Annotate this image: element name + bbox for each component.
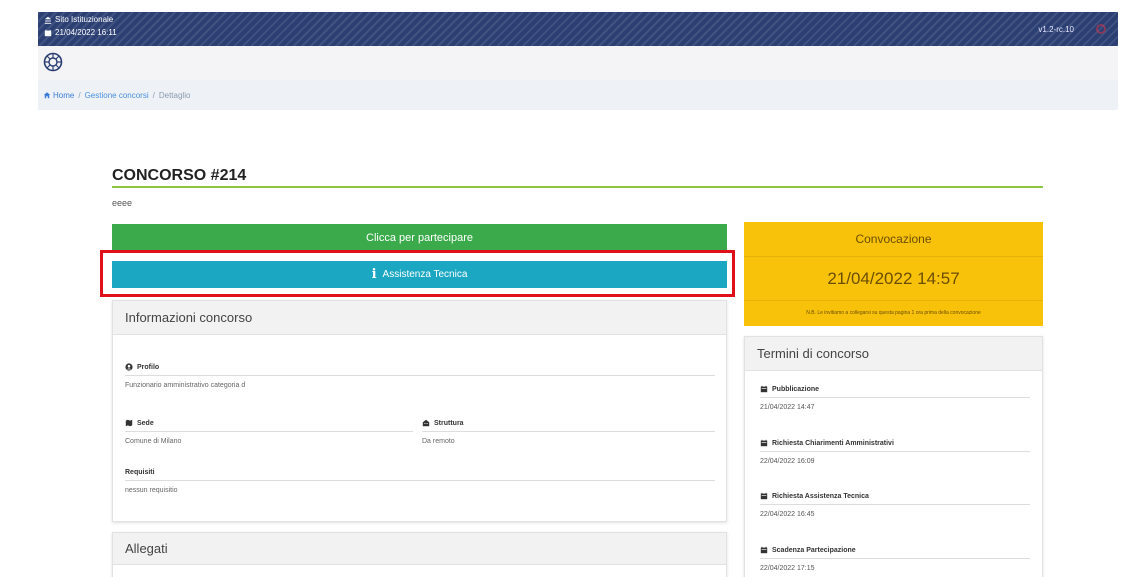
convocazione-note: N.B. Le invitiamo a collegarsi su questa… xyxy=(806,310,981,316)
info-card-header: Informazioni concorso xyxy=(113,301,726,335)
profilo-field: Profilo Funzionario amministrativo categ… xyxy=(125,363,715,389)
allegati-title: Allegati xyxy=(125,541,168,556)
org-row: Sito Istituzionale xyxy=(44,15,113,24)
profilo-value: Funzionario amministrativo categoria d xyxy=(125,382,246,389)
divider xyxy=(125,431,413,432)
page-title: CONCORSO #214 xyxy=(112,167,247,184)
divider xyxy=(760,397,1030,398)
power-icon[interactable] xyxy=(1096,24,1106,34)
version-label: v1.2-rc.10 xyxy=(1038,25,1074,34)
breadcrumb-home[interactable]: Home xyxy=(43,91,74,100)
termine-label: Richiesta Chiarimenti Amministrativi xyxy=(772,439,894,447)
allegati-card: Allegati xyxy=(112,532,727,577)
termine-label: Pubblicazione xyxy=(772,385,820,393)
divider xyxy=(422,431,715,432)
divider xyxy=(125,375,715,376)
struttura-value: Da remoto xyxy=(422,438,455,445)
logo-bar xyxy=(38,46,1118,80)
home-icon xyxy=(43,92,51,99)
divider xyxy=(125,480,715,481)
title-underline xyxy=(112,186,1043,188)
calendar-icon xyxy=(760,385,768,393)
allegati-card-header: Allegati xyxy=(113,533,726,565)
termini-title: Termini di concorso xyxy=(757,346,869,361)
breadcrumb-gestione-concorsi[interactable]: Gestione concorsi xyxy=(85,91,149,100)
termine-label: Richiesta Assistenza Tecnica xyxy=(772,492,869,500)
termini-card-header: Termini di concorso xyxy=(745,337,1042,371)
convocazione-panel: Convocazione 21/04/2022 14:57 N.B. Le in… xyxy=(744,222,1043,326)
building-icon xyxy=(422,419,430,427)
info-card: Informazioni concorso Profilo Funzionari… xyxy=(112,300,727,522)
termine-pubblicazione: Pubblicazione 21/04/2022 14:47 xyxy=(760,385,1030,411)
logo-icon[interactable] xyxy=(43,52,63,72)
sede-value: Comune di Milano xyxy=(125,438,182,445)
requisiti-field: Requisiti nessun requisitio xyxy=(125,469,715,494)
partecipa-button[interactable]: Clicca per partecipare xyxy=(112,224,727,251)
sede-field: Sede Comune di Milano xyxy=(125,419,413,445)
breadcrumb-dettaglio: Dettaglio xyxy=(158,90,191,100)
convocazione-title: Convocazione xyxy=(744,222,1043,257)
breadcrumb-home-label: Home xyxy=(53,90,75,100)
struttura-label: Struttura xyxy=(434,419,464,427)
convocazione-date: 21/04/2022 14:57 xyxy=(744,257,1043,301)
termine-value: 22/04/2022 16:09 xyxy=(760,458,815,465)
assistenza-label: Assistenza Tecnica xyxy=(382,269,468,280)
calendar-icon xyxy=(760,439,768,447)
top-bar: Sito Istituzionale 21/04/2022 16:11 v1.2… xyxy=(38,12,1118,46)
institution-icon xyxy=(44,16,52,24)
divider xyxy=(760,504,1030,505)
termine-scadenza: Scadenza Partecipazione 22/04/2022 17:15 xyxy=(760,546,1030,572)
org-name: Sito Istituzionale xyxy=(55,15,114,24)
calendar-icon xyxy=(760,492,768,500)
info-icon: i xyxy=(371,267,377,282)
divider xyxy=(760,451,1030,452)
termine-label: Scadenza Partecipazione xyxy=(772,546,856,554)
termine-value: 21/04/2022 14:47 xyxy=(760,404,815,411)
requisiti-label: Requisiti xyxy=(125,469,155,476)
requisiti-value: nessun requisitio xyxy=(125,487,178,494)
user-circle-icon xyxy=(125,363,133,371)
datetime-text: 21/04/2022 16:11 xyxy=(55,28,117,37)
calendar-icon xyxy=(44,29,52,36)
termine-assistenza: Richiesta Assistenza Tecnica 22/04/2022 … xyxy=(760,492,1030,518)
calendar-icon xyxy=(760,546,768,554)
info-card-title: Informazioni concorso xyxy=(125,310,253,325)
struttura-field: Struttura Da remoto xyxy=(422,419,715,445)
concorso-description: eeee xyxy=(112,198,133,208)
datetime-row: 21/04/2022 16:11 xyxy=(44,28,117,37)
profilo-label: Profilo xyxy=(137,363,160,371)
termine-chiarimenti: Richiesta Chiarimenti Amministrativi 22/… xyxy=(760,439,1030,465)
termini-card: Termini di concorso Pubblicazione 21/04/… xyxy=(744,336,1043,577)
map-icon xyxy=(125,419,133,427)
partecipa-label: Clicca per partecipare xyxy=(366,231,473,244)
sede-label: Sede xyxy=(137,419,154,427)
assistenza-tecnica-button[interactable]: i Assistenza Tecnica xyxy=(112,261,727,288)
breadcrumb: Home / Gestione concorsi / Dettaglio xyxy=(38,80,1118,110)
breadcrumb-separator: / xyxy=(78,90,81,100)
termine-value: 22/04/2022 17:15 xyxy=(760,565,815,572)
termine-value: 22/04/2022 16:45 xyxy=(760,511,815,518)
breadcrumb-separator: / xyxy=(152,90,155,100)
divider xyxy=(760,558,1030,559)
